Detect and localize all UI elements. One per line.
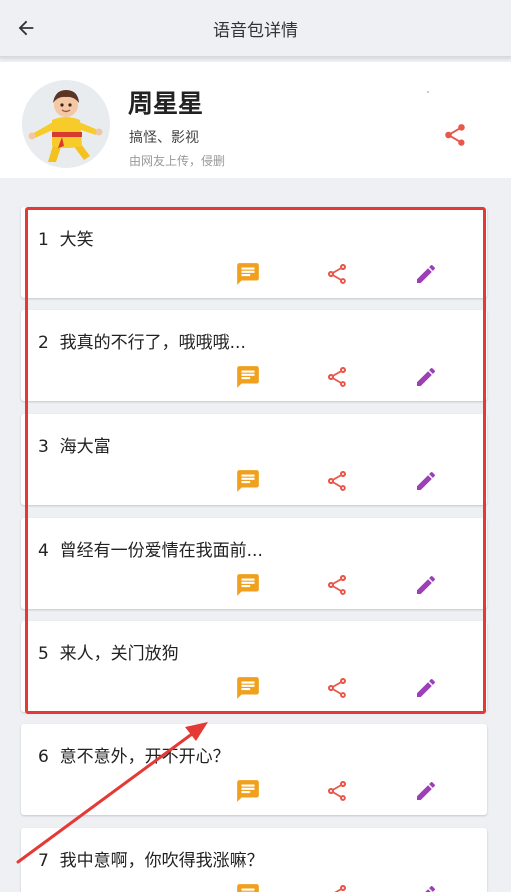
message-button[interactable] bbox=[233, 362, 263, 392]
top-bar: 语音包详情 bbox=[0, 0, 511, 57]
share-icon bbox=[328, 781, 346, 801]
message-button[interactable] bbox=[233, 776, 263, 806]
edit-button[interactable] bbox=[411, 776, 441, 806]
list-item[interactable]: 2 我真的不行了，哦哦哦... bbox=[21, 310, 487, 401]
message-button[interactable] bbox=[233, 570, 263, 600]
share-button[interactable] bbox=[322, 466, 352, 496]
list-item[interactable]: 1 大笑 bbox=[21, 207, 487, 298]
message-icon bbox=[237, 574, 259, 596]
edit-icon bbox=[417, 264, 435, 283]
edit-button[interactable] bbox=[411, 259, 441, 289]
edit-button[interactable] bbox=[411, 362, 441, 392]
share-icon bbox=[328, 678, 346, 698]
pack-name: 周星星 bbox=[128, 89, 204, 118]
list-item[interactable]: 4 曾经有一份爱情在我面前... bbox=[21, 518, 487, 609]
item-index: 5 bbox=[38, 644, 49, 664]
decorative-dot bbox=[427, 91, 429, 93]
edit-button[interactable] bbox=[411, 570, 441, 600]
pack-tags: 搞怪、影视 bbox=[129, 130, 199, 146]
edit-button[interactable] bbox=[411, 673, 441, 703]
share-icon bbox=[328, 471, 346, 491]
message-icon bbox=[237, 780, 259, 802]
message-icon bbox=[237, 470, 259, 492]
item-index: 3 bbox=[38, 437, 49, 457]
share-icon bbox=[328, 264, 346, 284]
pack-note: 由网友上传，侵删 bbox=[129, 154, 226, 168]
message-icon bbox=[237, 263, 259, 285]
list-item[interactable]: 7 我中意啊，你吹得我涨嘛？ bbox=[21, 828, 487, 892]
share-button[interactable] bbox=[322, 673, 352, 703]
list-item[interactable]: 3 海大富 bbox=[21, 414, 487, 505]
message-icon bbox=[237, 677, 259, 699]
item-title: 曾经有一份爱情在我面前... bbox=[59, 541, 263, 561]
share-icon bbox=[331, 885, 346, 892]
edit-icon bbox=[417, 678, 435, 697]
share-button[interactable] bbox=[322, 259, 352, 289]
pack-header: 周星星 搞怪、影视 由网友上传，侵删 bbox=[0, 62, 511, 178]
item-title: 来人，关门放狗 bbox=[59, 644, 179, 664]
message-icon bbox=[237, 366, 259, 388]
item-index: 1 bbox=[38, 230, 49, 250]
edit-button[interactable] bbox=[411, 466, 441, 496]
item-title: 大笑 bbox=[59, 230, 94, 250]
item-index: 7 bbox=[38, 851, 49, 871]
item-title: 意不意外，开不开心？ bbox=[59, 747, 230, 767]
share-icon bbox=[328, 367, 346, 387]
list-item[interactable]: 6 意不意外，开不开心？ bbox=[21, 724, 487, 815]
character-avatar-icon bbox=[22, 80, 110, 168]
item-title: 我真的不行了，哦哦哦... bbox=[59, 333, 246, 353]
edit-icon bbox=[425, 885, 435, 892]
message-icon bbox=[237, 884, 259, 892]
share-button[interactable] bbox=[322, 570, 352, 600]
edit-icon bbox=[417, 575, 435, 594]
message-button[interactable] bbox=[233, 466, 263, 496]
edit-icon bbox=[417, 367, 435, 386]
share-button[interactable] bbox=[322, 362, 352, 392]
message-button[interactable] bbox=[233, 880, 263, 892]
item-title: 我中意啊，你吹得我涨嘛？ bbox=[59, 851, 264, 871]
message-button[interactable] bbox=[233, 259, 263, 289]
share-icon bbox=[445, 124, 465, 146]
item-index: 2 bbox=[38, 333, 49, 353]
edit-button[interactable] bbox=[411, 880, 441, 892]
back-button[interactable] bbox=[12, 14, 40, 42]
avatar bbox=[22, 80, 110, 168]
pack-share-button[interactable] bbox=[440, 120, 470, 150]
back-arrow-icon bbox=[18, 20, 34, 36]
list-item[interactable]: 5 来人，关门放狗 bbox=[21, 621, 487, 712]
message-button[interactable] bbox=[233, 673, 263, 703]
item-index: 4 bbox=[38, 541, 49, 561]
item-title: 海大富 bbox=[59, 437, 111, 457]
share-button[interactable] bbox=[322, 776, 352, 806]
share-icon bbox=[328, 575, 346, 595]
item-index: 6 bbox=[38, 747, 49, 767]
share-button[interactable] bbox=[322, 880, 352, 892]
edit-icon bbox=[417, 471, 435, 490]
page-title: 语音包详情 bbox=[213, 20, 298, 41]
edit-icon bbox=[417, 781, 435, 800]
